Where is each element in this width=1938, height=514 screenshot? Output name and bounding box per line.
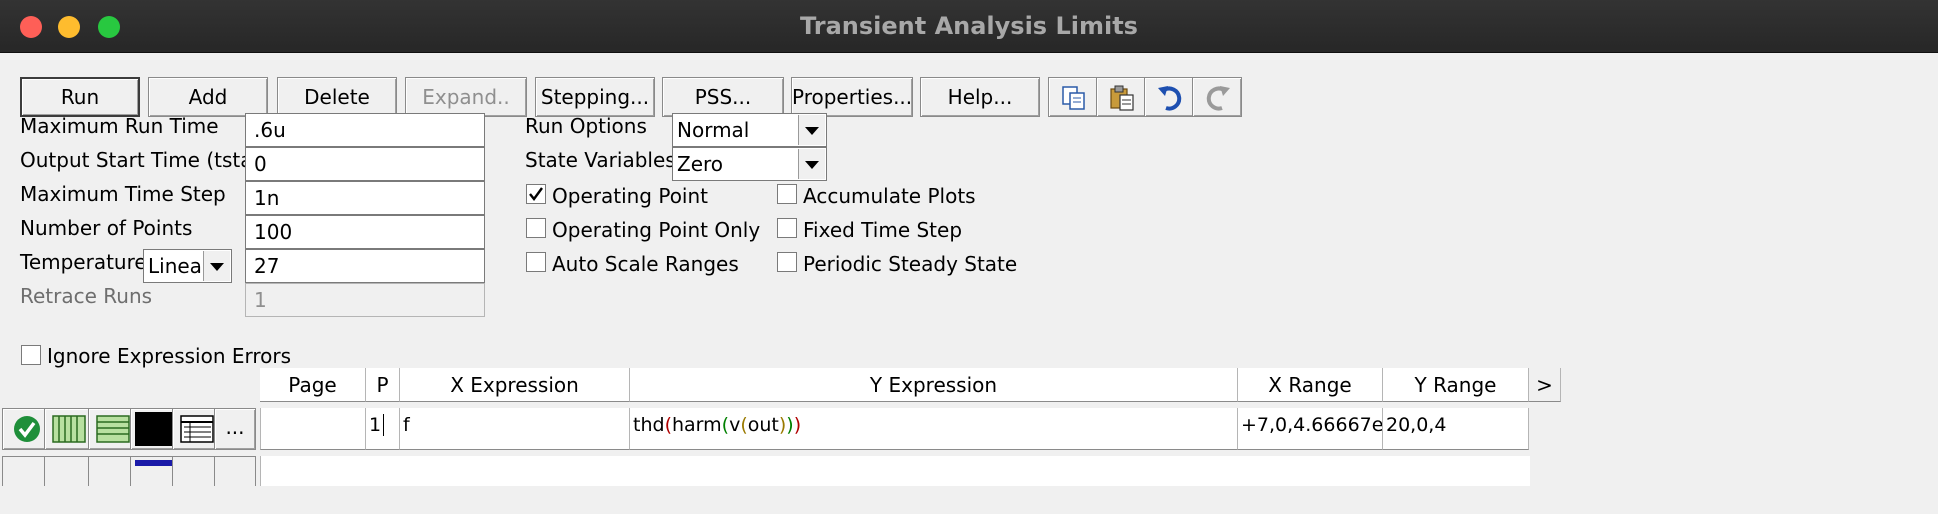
paste-button[interactable] <box>1096 77 1146 117</box>
col-header-y-range[interactable]: Y Range <box>1383 368 1529 402</box>
more-options-button[interactable]: ... <box>214 408 256 450</box>
y-expr-out: out <box>747 414 779 436</box>
auto-scale-checkbox[interactable] <box>526 252 546 272</box>
col-header-y-expression[interactable]: Y Expression <box>630 368 1238 402</box>
undo-icon <box>1158 86 1182 111</box>
help-button[interactable]: Help... <box>920 77 1040 117</box>
cell-p-value: 1 <box>369 414 382 436</box>
checkmark-icon <box>529 187 543 201</box>
accumulate-plots-checkbox[interactable] <box>777 184 797 204</box>
ignore-expression-errors-label[interactable]: Ignore Expression Errors <box>47 342 291 370</box>
cell-x-expression[interactable]: f <box>400 408 630 450</box>
properties-button[interactable]: Properties... <box>791 77 913 117</box>
add-button[interactable]: Add <box>148 77 268 117</box>
cell-x-range[interactable]: +7,0,4.66667e+6 <box>1238 408 1383 450</box>
temperature-field[interactable]: 27 <box>245 249 485 283</box>
cell-page[interactable] <box>260 408 366 450</box>
chevron-down-icon[interactable] <box>798 115 825 145</box>
window-title: Transient Analysis Limits <box>800 12 1138 40</box>
paste-icon <box>1110 85 1134 111</box>
fixed-time-step-checkbox[interactable] <box>777 218 797 238</box>
max-run-time-field[interactable]: .6u <box>245 113 485 147</box>
periodic-steady-state-checkbox[interactable] <box>777 252 797 272</box>
y-expr-paren: ( <box>721 414 730 436</box>
tool-row2-item <box>44 456 94 486</box>
max-time-step-label: Maximum Time Step <box>20 182 226 206</box>
y-expr-v: v <box>729 414 741 436</box>
num-points-field[interactable]: 100 <box>245 215 485 249</box>
col-header-p[interactable]: P <box>366 368 400 402</box>
y-expr-harm: harm <box>671 414 722 436</box>
black-color-icon <box>135 412 175 446</box>
retrace-runs-field: 1 <box>245 283 485 317</box>
pss-button[interactable]: PSS... <box>662 77 784 117</box>
y-expr-paren: ) <box>786 414 794 436</box>
chevron-down-icon[interactable] <box>798 149 825 179</box>
table-row-2 <box>260 456 1530 486</box>
redo-button[interactable] <box>1192 77 1242 117</box>
operating-point-only-checkbox[interactable] <box>526 218 546 238</box>
vertical-grid-icon <box>52 415 86 443</box>
cell-y-range[interactable]: 20,0,4 <box>1383 408 1529 450</box>
delete-button[interactable]: Delete <box>277 77 397 117</box>
y-expr-thd: thd <box>633 414 665 436</box>
temperature-label: Temperature <box>20 250 147 274</box>
output-start-label: Output Start Time (tstart) <box>20 148 277 172</box>
more-columns-button[interactable]: > <box>1529 368 1561 402</box>
fixed-time-step-label[interactable]: Fixed Time Step <box>803 216 962 244</box>
cell-p[interactable]: 1 <box>366 408 400 450</box>
copy-button[interactable] <box>1048 77 1098 117</box>
auto-scale-label[interactable]: Auto Scale Ranges <box>552 250 739 278</box>
y-expr-paren: ( <box>740 414 748 436</box>
run-button[interactable]: Run <box>20 77 140 117</box>
retrace-runs-label: Retrace Runs <box>20 284 153 308</box>
checkmark-icon <box>14 416 40 442</box>
output-start-field[interactable]: 0 <box>245 147 485 181</box>
tool-row2-item <box>214 456 256 486</box>
state-variables-value: Zero <box>677 152 724 176</box>
run-options-select[interactable]: Normal <box>672 113 827 147</box>
operating-point-label[interactable]: Operating Point <box>552 182 708 210</box>
col-header-x-range[interactable]: X Range <box>1238 368 1383 402</box>
operating-point-only-label[interactable]: Operating Point Only <box>552 216 760 244</box>
state-variables-select[interactable]: Zero <box>672 147 827 181</box>
run-options-label: Run Options <box>525 114 647 138</box>
state-variables-label: State Variables <box>525 148 676 172</box>
periodic-steady-state-label[interactable]: Periodic Steady State <box>803 250 1017 278</box>
y-expr-paren: ) <box>793 414 802 436</box>
col-header-page[interactable]: Page <box>260 368 366 402</box>
y-expr-paren: ( <box>664 414 672 436</box>
temperature-mode-select[interactable]: Linear <box>143 249 232 283</box>
stepping-button[interactable]: Stepping... <box>535 77 655 117</box>
chevron-down-icon[interactable] <box>203 251 230 281</box>
horizontal-grid-icon <box>96 415 130 443</box>
temperature-mode-value: Linear <box>148 254 211 278</box>
blue-color-icon <box>135 460 175 466</box>
run-options-value: Normal <box>677 118 750 142</box>
ignore-expression-errors-checkbox[interactable] <box>21 345 41 365</box>
text-cursor <box>383 414 391 436</box>
operating-point-checkbox[interactable] <box>526 184 546 204</box>
expand-button[interactable]: Expand.. <box>405 77 527 117</box>
num-points-label: Number of Points <box>20 216 193 240</box>
table-icon <box>180 415 214 443</box>
cell-y-expression[interactable]: thd(harm(v(out))) <box>630 408 1238 450</box>
col-header-x-expression[interactable]: X Expression <box>400 368 630 402</box>
title-bar: Transient Analysis Limits <box>0 0 1938 53</box>
copy-icon <box>1062 86 1085 110</box>
redo-icon <box>1206 86 1230 111</box>
max-time-step-field[interactable]: 1n <box>245 181 485 215</box>
max-run-time-label: Maximum Run Time <box>20 114 219 138</box>
header-filler <box>1561 368 1938 402</box>
accumulate-plots-label[interactable]: Accumulate Plots <box>803 182 976 210</box>
undo-button[interactable] <box>1144 77 1194 117</box>
vertical-grid-button[interactable] <box>44 408 94 450</box>
